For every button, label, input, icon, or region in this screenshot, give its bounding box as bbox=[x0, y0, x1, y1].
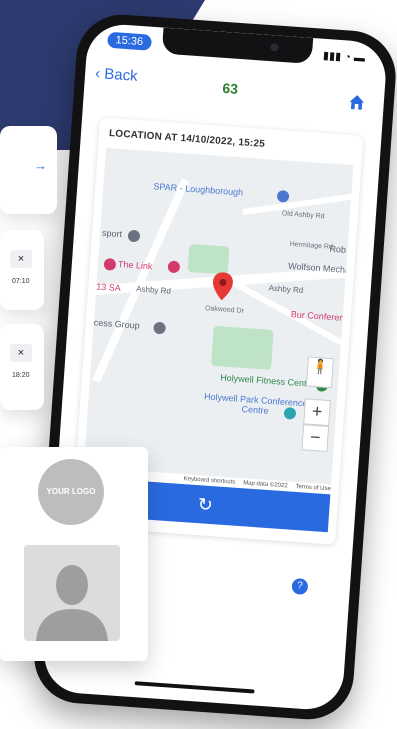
place-icon bbox=[153, 321, 166, 335]
map-label-oakwood: Oakwood Dr bbox=[204, 305, 245, 315]
location-title: LOCATION AT 14/10/2022, 15:25 bbox=[108, 128, 266, 150]
help-icon[interactable]: ? bbox=[291, 577, 309, 595]
map-view[interactable]: SPAR - Loughborough Old Ashby Rd Hermita… bbox=[83, 147, 354, 485]
chevron-left-icon: ‹ bbox=[94, 64, 101, 83]
zoom-in-button[interactable]: + bbox=[303, 398, 331, 427]
close-icon[interactable]: × bbox=[10, 344, 32, 362]
place-icon bbox=[127, 229, 141, 243]
zoom-out-button[interactable]: − bbox=[301, 424, 330, 453]
overlay-time: 18:20 bbox=[12, 372, 30, 379]
map-label-ashby-rd: Ashby Rd bbox=[135, 284, 172, 296]
conference-icon bbox=[283, 406, 297, 420]
map-label-ashby-rd-2: Ashby Rd bbox=[268, 283, 304, 295]
map-label-sport: sport bbox=[101, 227, 123, 240]
map-label-13sa: 13 SA bbox=[95, 281, 122, 294]
shop-icon bbox=[276, 189, 290, 203]
user-avatar-icon bbox=[24, 545, 120, 641]
battery-icon: ▬ bbox=[353, 51, 366, 65]
wifi-icon: ◔ bbox=[343, 51, 352, 64]
status-time: 15:36 bbox=[107, 31, 152, 51]
page-title: 63 bbox=[221, 79, 239, 97]
restaurant-icon bbox=[167, 260, 181, 274]
map-label-holywell-fitness: Holywell Fitness Centre bbox=[219, 372, 315, 389]
status-icons: ▮▮▮ ◔ ▬ bbox=[323, 49, 366, 65]
overlay-card-3: × 18:20 bbox=[0, 324, 44, 410]
map-label-hermitage: Hermitage Rd bbox=[289, 240, 334, 251]
location-pin-icon bbox=[212, 272, 233, 301]
map-label-cess-group: cess Group bbox=[93, 317, 141, 331]
restaurant-icon bbox=[103, 258, 117, 271]
map-park bbox=[211, 325, 274, 370]
camera-dot bbox=[270, 43, 279, 52]
overlay-card-2: × 07:10 bbox=[0, 230, 44, 310]
avatar bbox=[24, 545, 120, 641]
map-label-the-link: The Link bbox=[117, 258, 153, 272]
map-label-spar: SPAR - Loughborough bbox=[153, 181, 244, 198]
map-label-rob: Rob bbox=[329, 243, 347, 255]
logo-card: YOUR LOGO bbox=[0, 447, 148, 661]
back-button[interactable]: ‹ Back bbox=[95, 65, 139, 85]
close-icon[interactable]: × bbox=[10, 250, 32, 268]
overlay-card-1: → bbox=[0, 126, 57, 214]
back-label: Back bbox=[103, 65, 139, 85]
arrow-right-icon[interactable]: → bbox=[34, 158, 47, 173]
signal-icon: ▮▮▮ bbox=[322, 49, 342, 64]
map-label-old-ashby: Old Ashby Rd bbox=[281, 210, 325, 221]
home-icon[interactable] bbox=[347, 93, 366, 112]
map-park bbox=[187, 243, 230, 275]
refresh-icon: ↻ bbox=[197, 494, 214, 516]
home-indicator bbox=[134, 681, 255, 694]
street-view-pegman-icon[interactable]: 🧍 bbox=[305, 356, 334, 389]
overlay-time: 07:10 bbox=[12, 278, 30, 285]
phone-notch bbox=[161, 27, 314, 64]
logo-placeholder: YOUR LOGO bbox=[38, 459, 104, 525]
